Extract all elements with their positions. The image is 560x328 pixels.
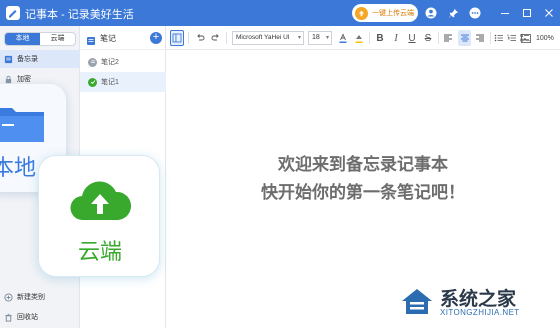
window-title: 记事本 - 记录美好生活 [25,9,134,21]
sidebar-item-label: 加密 [17,76,31,83]
local-card-label: 本地 [0,155,37,180]
add-category-icon [4,292,13,302]
toolbar-divider [438,32,439,44]
font-size-select[interactable]: 18 ▾ [308,31,332,45]
sidebar-item-label: 回收站 [17,314,38,321]
cloud-card-label: 云端 [77,239,122,264]
close-icon[interactable] [542,6,556,20]
lock-icon [4,75,13,84]
font-family-value: Microsoft YaHei UI [236,34,290,41]
upload-button-label: 一键上传云端 [372,10,414,17]
undo-icon[interactable] [194,30,206,46]
storage-tabs: 本地 云端 [4,32,76,46]
underline-icon[interactable]: U [406,30,418,46]
note-title: 笔记2 [101,59,119,66]
memo-icon [4,55,13,64]
font-family-select[interactable]: Microsoft YaHei UI ▾ [232,31,304,45]
bullet-list-icon[interactable] [494,30,504,46]
note-list-header: 笔记 + [80,26,166,50]
cloud-upload-icon [69,174,132,224]
align-right-icon[interactable] [474,30,486,46]
sidebar-toggle-icon[interactable] [170,30,184,46]
toolbar-divider [490,32,491,44]
minimize-icon[interactable] [498,6,512,20]
note-title: 笔记1 [101,79,119,86]
watermark-brand: 系统之家 [440,289,517,310]
font-color-icon[interactable] [337,30,349,46]
user-icon[interactable] [424,6,438,20]
notebook-icon [86,33,96,45]
folder-icon [0,102,44,142]
align-left-icon[interactable] [442,30,454,46]
cloud-storage-card: 云端 [38,155,160,277]
trash-icon [4,313,13,322]
maximize-icon[interactable] [520,6,534,20]
sidebar-item-trash[interactable]: 回收站 [0,308,80,326]
chevron-down-icon: ▾ [297,35,301,41]
more-icon[interactable] [468,6,482,20]
sidebar-item-label: 备忘录 [17,56,38,63]
image-icon[interactable] [520,30,532,46]
toolbar-divider [226,32,227,44]
strikethrough-icon[interactable]: S [422,30,434,46]
add-note-button[interactable]: + [150,32,162,44]
watermark-url: XITONGZHIJIA.NET [440,308,520,317]
align-center-icon[interactable] [458,30,471,46]
sidebar-item-memo[interactable]: 备忘录 [0,50,80,68]
chevron-down-icon: ▾ [325,35,329,41]
welcome-line-1: 欢迎来到备忘录记事本 [278,155,448,174]
highlight-icon[interactable] [353,30,365,46]
toolbar-divider [188,32,189,44]
note-green-icon [88,77,97,87]
upload-to-cloud-button[interactable]: 一键上传云端 [352,4,418,22]
toolbar-divider [369,32,370,44]
tab-local[interactable]: 本地 [5,33,40,45]
watermark: 系统之家 XITONGZHIJIA.NET [400,278,560,328]
numbered-list-icon[interactable] [507,30,517,46]
note-gray-icon [88,57,97,67]
sidebar-item-label: 新建类别 [17,294,45,301]
app-logo-icon [6,6,20,20]
tab-cloud[interactable]: 云端 [40,33,75,45]
house-logo-icon [400,284,434,318]
list-item[interactable]: 笔记2 [80,52,166,72]
note-list-title: 笔记 [100,34,116,43]
list-item[interactable]: 笔记1 [80,72,166,92]
sidebar-item-new-category[interactable]: 新建类别 [0,288,80,306]
zoom-level[interactable]: 100% [536,35,554,42]
pin-icon[interactable] [446,6,460,20]
cloud-upload-icon [355,6,368,20]
title-bar: 记事本 - 记录美好生活 一键上传云端 [0,0,560,26]
welcome-line-2: 快开始你的第一条笔记吧！ [261,183,465,202]
editor-toolbar: Microsoft YaHei UI ▾ 18 ▾ B I U S 100% [166,26,560,50]
bold-icon[interactable]: B [374,30,386,46]
redo-icon[interactable] [210,30,222,46]
font-size-value: 18 [312,34,320,41]
italic-icon[interactable]: I [390,30,402,46]
